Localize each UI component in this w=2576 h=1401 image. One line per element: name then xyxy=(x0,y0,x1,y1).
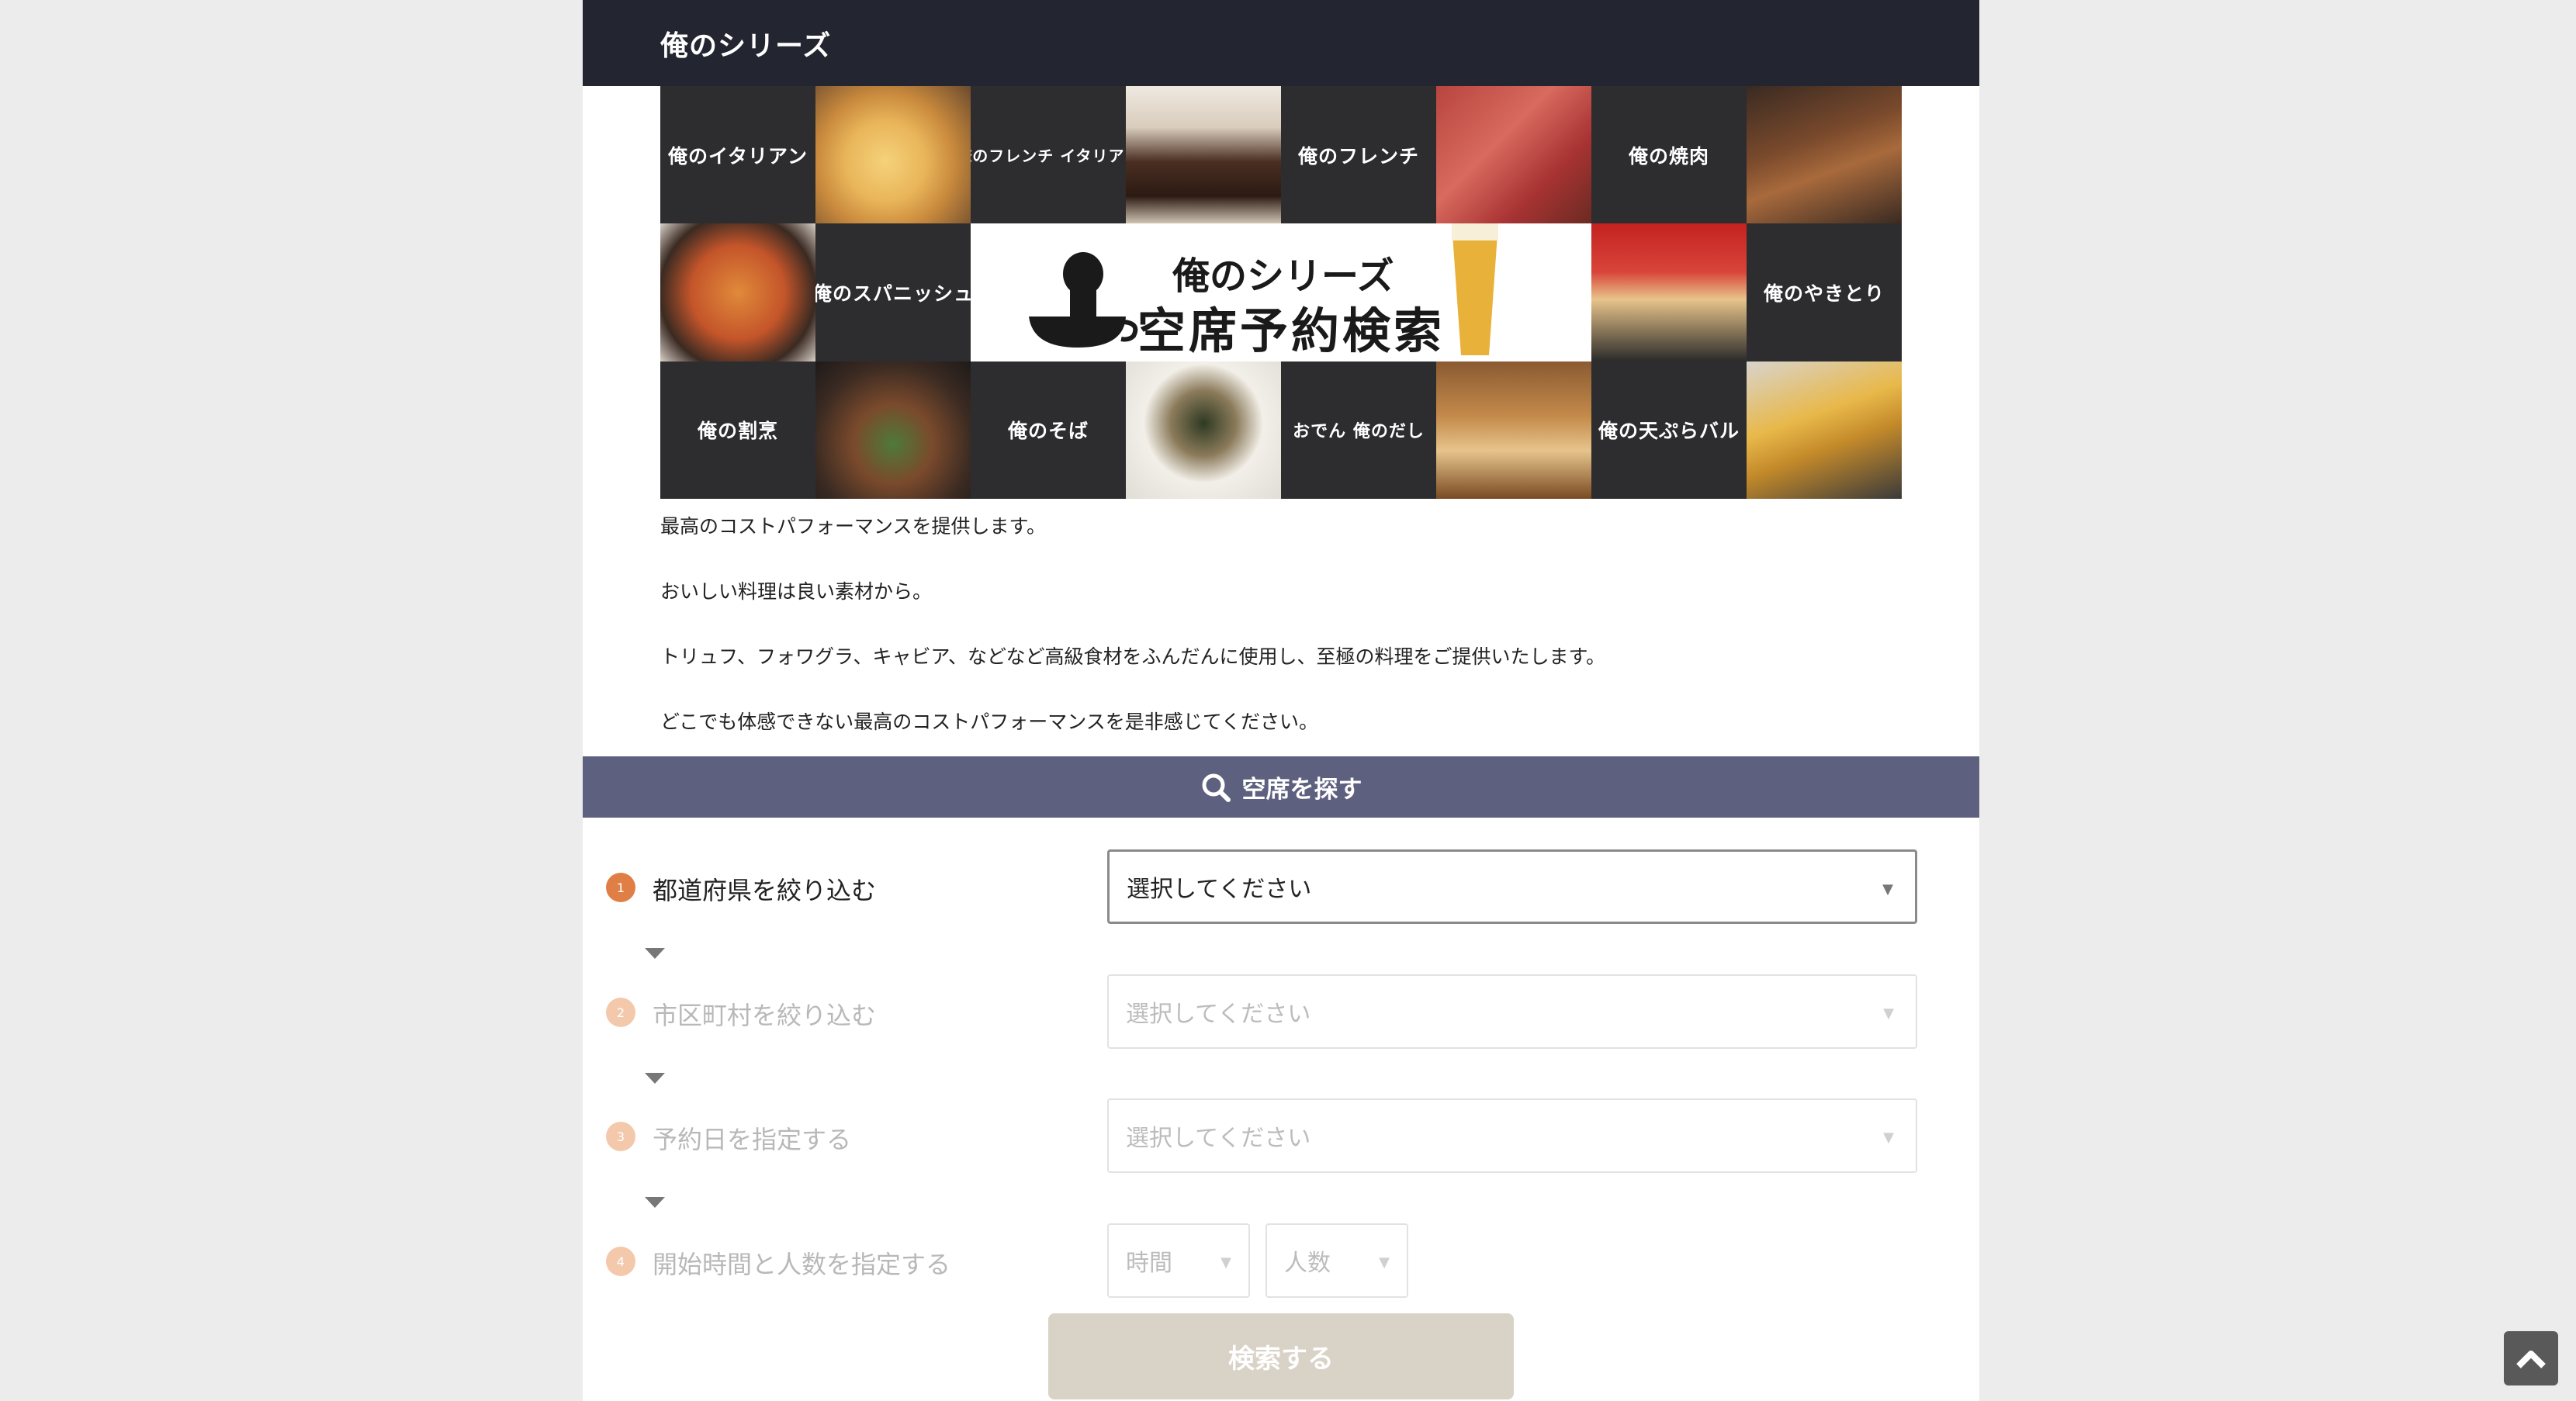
step-time-people: 4 開始時間と人数を指定する 時間 ▼ 人数 ▼ xyxy=(606,1223,1956,1298)
banner-tile-italian: 俺のイタリアン xyxy=(660,86,815,224)
pasta-photo xyxy=(1591,223,1747,361)
step-arrow-icon xyxy=(645,948,665,959)
description-line: 最高のコストパフォーマンスを提供します。 xyxy=(660,515,1047,538)
banner-tile-yakitori: 俺のやきとり xyxy=(1747,223,1902,361)
description-line: おいしい料理は良い素材から。 xyxy=(660,580,933,603)
step-label: 都道府県を絞り込む xyxy=(653,876,877,905)
back-to-top-button[interactable] xyxy=(2504,1331,2558,1385)
banner-tile-soba: 俺のそば xyxy=(971,361,1126,499)
logo-title-line2: 空席予約検索 xyxy=(1137,303,1446,360)
banner-tile-tempura: 俺の天ぷらバル xyxy=(1591,361,1747,499)
beer-glass-icon xyxy=(1452,223,1498,356)
chevron-up-icon xyxy=(2516,1351,2546,1368)
soba-bowl-photo xyxy=(1126,361,1281,499)
date-select[interactable]: 選択してください ▼ xyxy=(1107,1098,1917,1173)
time-select[interactable]: 時間 ▼ xyxy=(1107,1223,1250,1298)
select-value: 人数 xyxy=(1284,1250,1331,1277)
step-number: 4 xyxy=(606,1247,635,1276)
chevron-down-icon: ▼ xyxy=(1883,1129,1894,1146)
select-value: 選択してください xyxy=(1126,1001,1311,1028)
series-banner[interactable]: 俺のイタリアン 俺のフレンチ イタリアン 俺のフレンチ 俺の焼肉 俺のスパニッシ… xyxy=(660,86,1902,499)
banner-tile-spanish: 俺のスパニッシュ xyxy=(815,223,971,361)
banner-tile-french-italian: 俺のフレンチ イタリアン xyxy=(971,86,1126,224)
description-line: トリュフ、フォワグラ、キャビア、などなど高級食材をふんだんに使用し、至極の料理を… xyxy=(660,645,1606,668)
step-label: 予約日を指定する xyxy=(653,1125,852,1154)
chevron-down-icon: ▼ xyxy=(1883,1005,1894,1022)
step-number: 3 xyxy=(606,1122,635,1151)
description: 最高のコストパフォーマンスを提供します。 おいしい料理は良い素材から。 トリュフ… xyxy=(660,516,1902,777)
search-submit-button[interactable]: 検索する xyxy=(1048,1313,1514,1399)
description-line: どこでも体感できない最高のコストパフォーマンスを是非感じてください。 xyxy=(660,711,1319,733)
people-select[interactable]: 人数 ▼ xyxy=(1265,1223,1408,1298)
step-label: 市区町村を絞り込む xyxy=(653,1001,877,1030)
select-value: 時間 xyxy=(1126,1250,1172,1277)
chevron-down-icon: ▼ xyxy=(1220,1254,1231,1271)
prefecture-select[interactable]: 選択してください ▼ xyxy=(1107,849,1917,924)
tempura-photo xyxy=(1747,361,1902,499)
chevron-down-icon: ▼ xyxy=(1882,881,1893,898)
step-number: 1 xyxy=(606,873,635,902)
steak-photo xyxy=(1126,86,1281,224)
chevron-down-icon: ▼ xyxy=(1379,1254,1390,1271)
select-value: 選択してください xyxy=(1126,1125,1311,1152)
page-container: 俺のシリーズ 俺のイタリアン 俺のフレンチ イタリアン 俺のフレンチ 俺の焼肉 … xyxy=(583,0,1979,1401)
city-select[interactable]: 選択してください ▼ xyxy=(1107,974,1917,1049)
step-arrow-icon xyxy=(645,1073,665,1084)
search-header: 空席を探す xyxy=(583,756,1979,818)
search-icon xyxy=(1202,773,1231,802)
site-title[interactable]: 俺のシリーズ xyxy=(660,23,831,64)
step-label: 開始時間と人数を指定する xyxy=(653,1250,951,1279)
oden-photo xyxy=(1436,361,1591,499)
banner-tile-yakiniku: 俺の焼肉 xyxy=(1591,86,1747,224)
reservation-search-logo: 俺のシリーズ 空席予約検索 xyxy=(971,223,1591,361)
step-arrow-icon xyxy=(645,1197,665,1208)
top-bar: 俺のシリーズ xyxy=(583,0,1979,86)
step-city: 2 市区町村を絞り込む 選択してください ▼ xyxy=(606,974,1956,1049)
banner-tile-oden: おでん 俺のだし xyxy=(1281,361,1436,499)
donburi-photo xyxy=(815,361,971,499)
banner-tile-kappo: 俺の割烹 xyxy=(660,361,815,499)
skewers-photo xyxy=(1747,86,1902,224)
step-prefecture: 1 都道府県を絞り込む 選択してください ▼ xyxy=(606,849,1956,924)
step-date: 3 予約日を指定する 選択してください ▼ xyxy=(606,1098,1956,1173)
search-header-label: 空席を探す xyxy=(1241,776,1362,804)
cup-logo-icon xyxy=(1029,252,1138,348)
pizza-photo xyxy=(815,86,971,224)
select-value: 選択してください xyxy=(1127,876,1312,903)
step-number: 2 xyxy=(606,998,635,1027)
banner-tile-french: 俺のフレンチ xyxy=(1281,86,1436,224)
beef-photo xyxy=(1436,86,1591,224)
paella-photo xyxy=(660,223,815,361)
